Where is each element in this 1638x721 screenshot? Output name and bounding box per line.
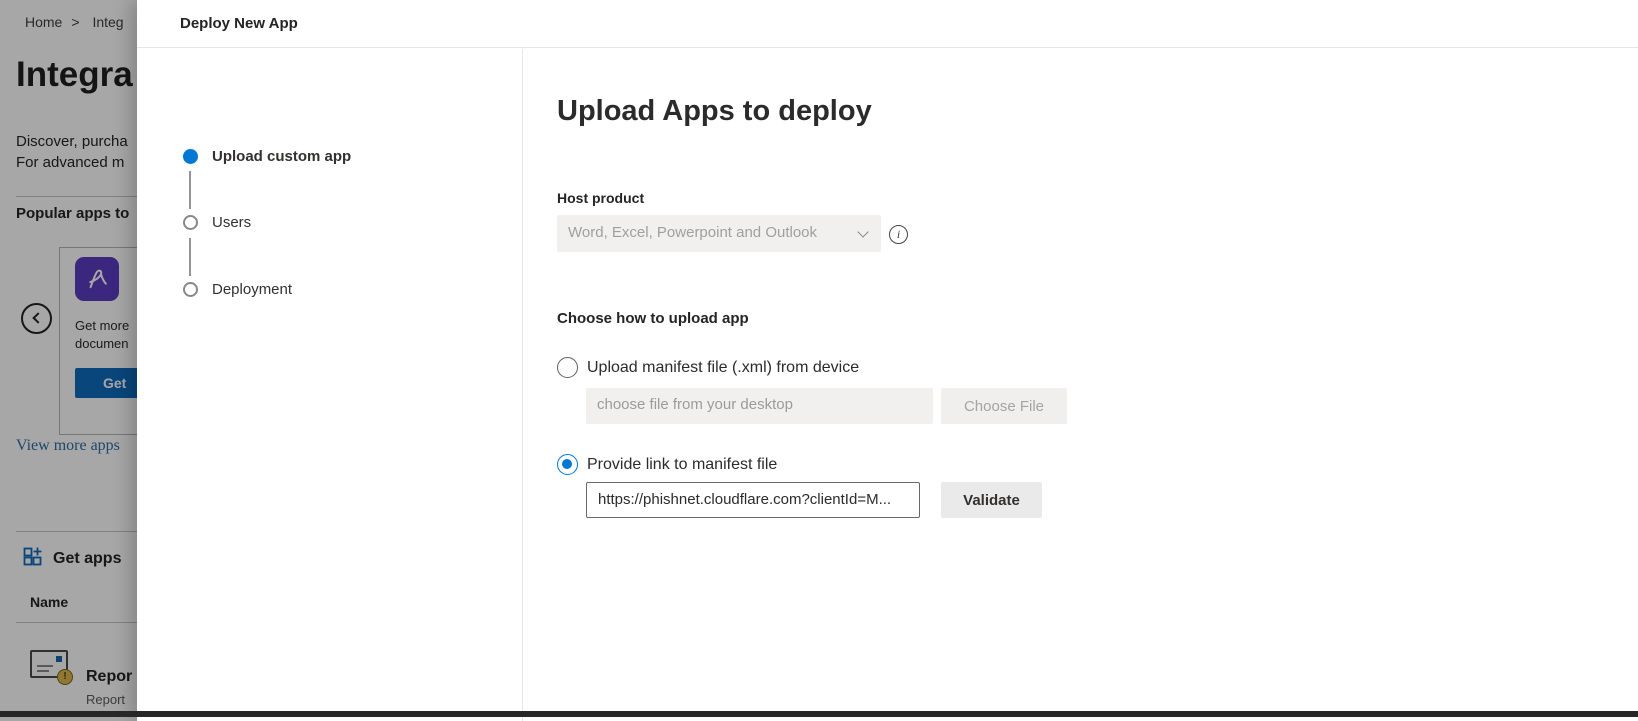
- panel-content: Upload Apps to deploy Host product Word,…: [523, 48, 1638, 721]
- choose-file-button[interactable]: Choose File: [941, 388, 1067, 424]
- panel-header: Deploy New App: [137, 0, 1638, 48]
- host-product-dropdown[interactable]: Word, Excel, Powerpoint and Outlook: [557, 215, 881, 252]
- window-bottom-edge: [0, 711, 1638, 717]
- step-label-upload-custom-app[interactable]: Upload custom app: [212, 148, 351, 165]
- step-connector: [189, 238, 191, 276]
- deploy-new-app-panel: Deploy New App Upload custom app Users D…: [137, 0, 1638, 721]
- panel-title: Deploy New App: [180, 15, 298, 32]
- radio-button-unselected[interactable]: [557, 357, 578, 378]
- content-heading: Upload Apps to deploy: [557, 95, 872, 128]
- step-indicator-users: [183, 215, 198, 230]
- step-label-users[interactable]: Users: [212, 214, 251, 231]
- chevron-down-icon: [857, 226, 868, 237]
- wizard-stepper: Upload custom app Users Deployment: [137, 48, 522, 721]
- step-label-deployment[interactable]: Deployment: [212, 281, 292, 298]
- host-product-label: Host product: [557, 190, 644, 206]
- step-connector: [189, 171, 191, 209]
- provide-link-option[interactable]: Provide link to manifest file: [557, 454, 777, 475]
- radio-button-selected[interactable]: [557, 454, 578, 475]
- step-indicator-deployment: [183, 282, 198, 297]
- info-icon[interactable]: i: [889, 225, 908, 244]
- choose-upload-heading: Choose how to upload app: [557, 310, 749, 327]
- step-indicator-upload-custom-app: [183, 149, 198, 164]
- validate-button[interactable]: Validate: [941, 482, 1042, 518]
- upload-manifest-option[interactable]: Upload manifest file (.xml) from device: [557, 357, 859, 378]
- upload-manifest-label: Upload manifest file (.xml) from device: [587, 359, 859, 377]
- file-path-input[interactable]: choose file from your desktop: [586, 388, 933, 424]
- manifest-url-input[interactable]: https://phishnet.cloudflare.com?clientId…: [586, 482, 920, 518]
- host-product-value: Word, Excel, Powerpoint and Outlook: [568, 224, 841, 241]
- provide-link-label: Provide link to manifest file: [587, 456, 777, 474]
